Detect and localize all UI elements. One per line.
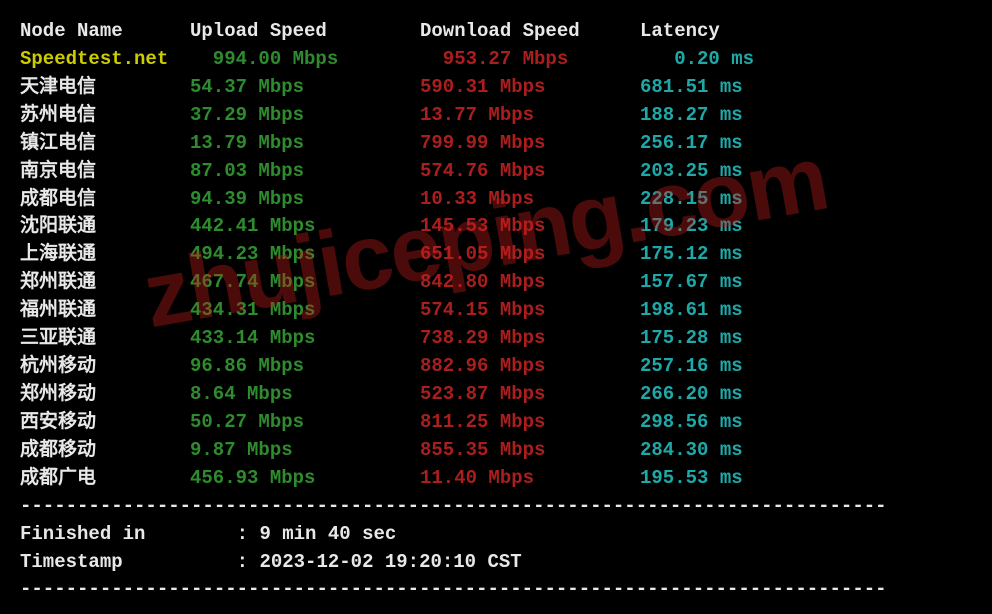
table-row: 苏州电信37.29 Mbps13.77 Mbps188.27 ms bbox=[20, 102, 972, 130]
cell-upload: 9.87 Mbps bbox=[190, 437, 420, 465]
cell-node: 成都电信 bbox=[20, 186, 190, 214]
table-row: 郑州移动8.64 Mbps523.87 Mbps266.20 ms bbox=[20, 381, 972, 409]
cell-latency: 203.25 ms bbox=[640, 158, 800, 186]
cell-latency: 256.17 ms bbox=[640, 130, 800, 158]
cell-latency: 157.67 ms bbox=[640, 269, 800, 297]
cell-node: 苏州电信 bbox=[20, 102, 190, 130]
cell-node: 郑州联通 bbox=[20, 269, 190, 297]
table-row: 福州联通434.31 Mbps574.15 Mbps198.61 ms bbox=[20, 297, 972, 325]
cell-node: 杭州移动 bbox=[20, 353, 190, 381]
cell-download: 953.27 Mbps bbox=[420, 46, 640, 74]
finished-label: Finished in bbox=[20, 523, 145, 545]
table-row: 郑州联通467.74 Mbps842.80 Mbps157.67 ms bbox=[20, 269, 972, 297]
cell-node: 成都移动 bbox=[20, 437, 190, 465]
cell-download: 574.15 Mbps bbox=[420, 297, 640, 325]
cell-upload: 494.23 Mbps bbox=[190, 241, 420, 269]
cell-download: 590.31 Mbps bbox=[420, 74, 640, 102]
cell-latency: 175.28 ms bbox=[640, 325, 800, 353]
cell-upload: 37.29 Mbps bbox=[190, 102, 420, 130]
table-row: 成都电信94.39 Mbps10.33 Mbps228.15 ms bbox=[20, 186, 972, 214]
cell-latency: 198.61 ms bbox=[640, 297, 800, 325]
table-header-row: Node Name Upload Speed Download Speed La… bbox=[20, 18, 972, 46]
cell-latency: 266.20 ms bbox=[640, 381, 800, 409]
cell-upload: 94.39 Mbps bbox=[190, 186, 420, 214]
cell-download: 882.96 Mbps bbox=[420, 353, 640, 381]
cell-latency: 179.23 ms bbox=[640, 213, 800, 241]
table-row: 杭州移动96.86 Mbps882.96 Mbps257.16 ms bbox=[20, 353, 972, 381]
cell-upload: 433.14 Mbps bbox=[190, 325, 420, 353]
cell-download: 855.35 Mbps bbox=[420, 437, 640, 465]
cell-latency: 298.56 ms bbox=[640, 409, 800, 437]
cell-download: 574.76 Mbps bbox=[420, 158, 640, 186]
table-row: 成都移动9.87 Mbps855.35 Mbps284.30 ms bbox=[20, 437, 972, 465]
footer-timestamp: Timestamp : 2023-12-02 19:20:10 CST bbox=[20, 549, 972, 577]
cell-download: 842.80 Mbps bbox=[420, 269, 640, 297]
header-latency: Latency bbox=[640, 18, 800, 46]
table-row: 沈阳联通442.41 Mbps145.53 Mbps179.23 ms bbox=[20, 213, 972, 241]
cell-node: 南京电信 bbox=[20, 158, 190, 186]
cell-latency: 175.12 ms bbox=[640, 241, 800, 269]
cell-upload: 434.31 Mbps bbox=[190, 297, 420, 325]
cell-download: 651.05 Mbps bbox=[420, 241, 640, 269]
cell-node: 沈阳联通 bbox=[20, 213, 190, 241]
cell-node: Speedtest.net bbox=[20, 46, 190, 74]
cell-upload: 50.27 Mbps bbox=[190, 409, 420, 437]
header-download: Download Speed bbox=[420, 18, 640, 46]
cell-latency: 0.20 ms bbox=[640, 46, 800, 74]
cell-download: 10.33 Mbps bbox=[420, 186, 640, 214]
cell-node: 上海联通 bbox=[20, 241, 190, 269]
cell-upload: 96.86 Mbps bbox=[190, 353, 420, 381]
cell-latency: 195.53 ms bbox=[640, 465, 800, 493]
cell-node: 成都广电 bbox=[20, 465, 190, 493]
cell-download: 145.53 Mbps bbox=[420, 213, 640, 241]
cell-upload: 87.03 Mbps bbox=[190, 158, 420, 186]
cell-latency: 228.15 ms bbox=[640, 186, 800, 214]
cell-upload: 54.37 Mbps bbox=[190, 74, 420, 102]
cell-latency: 188.27 ms bbox=[640, 102, 800, 130]
table-row: 南京电信87.03 Mbps574.76 Mbps203.25 ms bbox=[20, 158, 972, 186]
separator-line: ----------------------------------------… bbox=[20, 576, 972, 604]
table-row: 成都广电456.93 Mbps11.40 Mbps195.53 ms bbox=[20, 465, 972, 493]
cell-node: 郑州移动 bbox=[20, 381, 190, 409]
cell-download: 13.77 Mbps bbox=[420, 102, 640, 130]
cell-node: 三亚联通 bbox=[20, 325, 190, 353]
cell-download: 811.25 Mbps bbox=[420, 409, 640, 437]
cell-upload: 994.00 Mbps bbox=[190, 46, 420, 74]
speedtest-rows: Speedtest.net 994.00 Mbps 953.27 Mbps 0.… bbox=[20, 46, 972, 493]
footer-finished: Finished in : 9 min 40 sec bbox=[20, 521, 972, 549]
finished-value: 9 min 40 sec bbox=[259, 523, 396, 545]
cell-upload: 13.79 Mbps bbox=[190, 130, 420, 158]
table-row: 三亚联通433.14 Mbps738.29 Mbps175.28 ms bbox=[20, 325, 972, 353]
cell-node: 天津电信 bbox=[20, 74, 190, 102]
cell-upload: 442.41 Mbps bbox=[190, 213, 420, 241]
table-row: 天津电信54.37 Mbps590.31 Mbps681.51 ms bbox=[20, 74, 972, 102]
timestamp-label: Timestamp bbox=[20, 551, 123, 573]
cell-download: 799.99 Mbps bbox=[420, 130, 640, 158]
cell-latency: 284.30 ms bbox=[640, 437, 800, 465]
table-row: 上海联通494.23 Mbps651.05 Mbps175.12 ms bbox=[20, 241, 972, 269]
cell-download: 738.29 Mbps bbox=[420, 325, 640, 353]
header-node: Node Name bbox=[20, 18, 190, 46]
header-upload: Upload Speed bbox=[190, 18, 420, 46]
cell-upload: 467.74 Mbps bbox=[190, 269, 420, 297]
table-row: 西安移动50.27 Mbps811.25 Mbps298.56 ms bbox=[20, 409, 972, 437]
cell-latency: 257.16 ms bbox=[640, 353, 800, 381]
cell-download: 11.40 Mbps bbox=[420, 465, 640, 493]
cell-node: 福州联通 bbox=[20, 297, 190, 325]
table-row: 镇江电信13.79 Mbps799.99 Mbps256.17 ms bbox=[20, 130, 972, 158]
cell-upload: 456.93 Mbps bbox=[190, 465, 420, 493]
cell-latency: 681.51 ms bbox=[640, 74, 800, 102]
cell-download: 523.87 Mbps bbox=[420, 381, 640, 409]
cell-node: 西安移动 bbox=[20, 409, 190, 437]
table-row: Speedtest.net 994.00 Mbps 953.27 Mbps 0.… bbox=[20, 46, 972, 74]
timestamp-value: 2023-12-02 19:20:10 CST bbox=[259, 551, 521, 573]
separator-line: ----------------------------------------… bbox=[20, 493, 972, 521]
cell-node: 镇江电信 bbox=[20, 130, 190, 158]
cell-upload: 8.64 Mbps bbox=[190, 381, 420, 409]
